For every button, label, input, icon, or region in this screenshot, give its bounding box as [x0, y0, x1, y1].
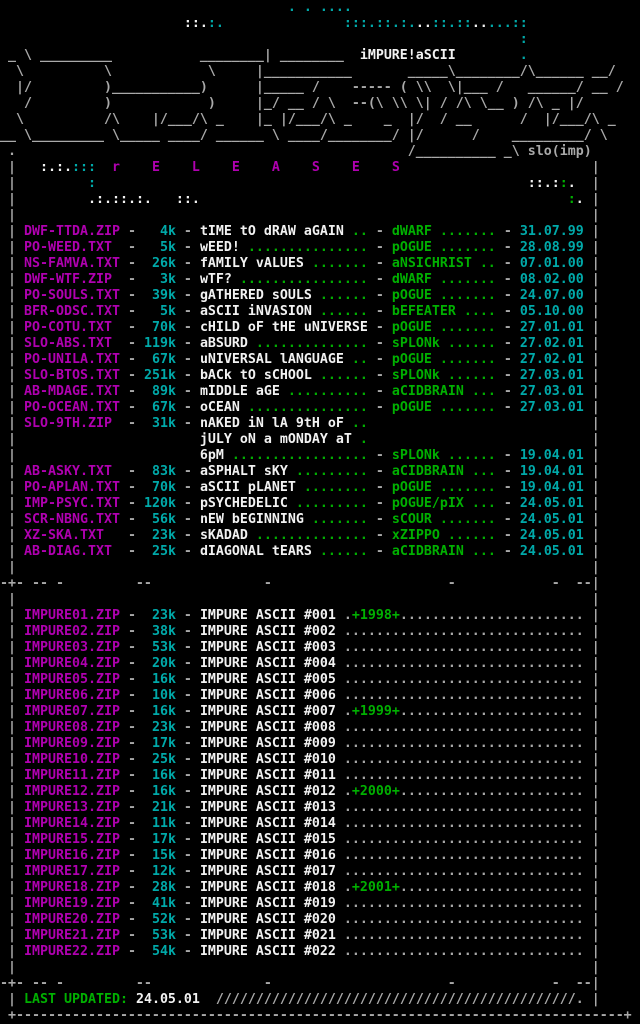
pack-row: | IMPURE06.ZIP - 10k - IMPURE ASCII #006… — [0, 688, 640, 704]
box-row: | | — [0, 208, 640, 224]
pack-row: | IMPURE16.ZIP - 15k - IMPURE ASCII #016… — [0, 848, 640, 864]
art-row: | .:.::.:. ::. :. | — [0, 192, 640, 208]
terminal-screen: . . .... ::.:. :::.::.:...::.::.....:: :… — [0, 0, 640, 1024]
release-row: | IMP-PSYC.TXT - 120k - pSYCHEDELIC ....… — [0, 496, 640, 512]
art-row: __ \_________ \_____ ____/ ______ \ ____… — [0, 128, 640, 144]
separator-row: -+- -- - -- - - - --| — [0, 576, 640, 592]
pack-row: | IMPURE17.ZIP - 12k - IMPURE ASCII #017… — [0, 864, 640, 880]
pack-row: | IMPURE02.ZIP - 38k - IMPURE ASCII #002… — [0, 624, 640, 640]
pack-row: | IMPURE08.ZIP - 23k - IMPURE ASCII #008… — [0, 720, 640, 736]
pack-row: | IMPURE12.ZIP - 16k - IMPURE ASCII #012… — [0, 784, 640, 800]
release-row: | PO-SOULS.TXT - 39k - gATHERED sOULS ..… — [0, 288, 640, 304]
pack-row: | IMPURE11.ZIP - 16k - IMPURE ASCII #011… — [0, 768, 640, 784]
art-row: / ) ) |_/ __ / \ --(\ \\ \| / /\ \__ ) /… — [0, 96, 640, 112]
art-row: | : ::.::. | — [0, 176, 640, 192]
pack-row: | IMPURE18.ZIP - 28k - IMPURE ASCII #018… — [0, 880, 640, 896]
release-row: | SLO-ABS.TXT - 119k - aBSURD ..........… — [0, 336, 640, 352]
pack-row: | IMPURE09.ZIP - 17k - IMPURE ASCII #009… — [0, 736, 640, 752]
release-row: | PO-APLAN.TXT - 70k - aSCII pLANET ....… — [0, 480, 640, 496]
pack-row: | IMPURE04.ZIP - 20k - IMPURE ASCII #004… — [0, 656, 640, 672]
pack-row: | IMPURE21.ZIP - 53k - IMPURE ASCII #021… — [0, 928, 640, 944]
section-title-row: | :.:.::: r E L E A S E S | — [0, 160, 640, 176]
release-row: | 6pM ................. - sPLONk ...... … — [0, 448, 640, 464]
release-row: | AB-MDAGE.TXT - 89k - mIDDLE aGE ......… — [0, 384, 640, 400]
release-row: | PO-OCEAN.TXT - 67k - oCEAN ...........… — [0, 400, 640, 416]
last-updated-row: | LAST UPDATED: 24.05.01 ///////////////… — [0, 992, 640, 1008]
release-row: | PO-UNILA.TXT - 67k - uNIVERSAL lANGUAG… — [0, 352, 640, 368]
pack-row: | IMPURE15.ZIP - 17k - IMPURE ASCII #015… — [0, 832, 640, 848]
pack-row: | IMPURE13.ZIP - 21k - IMPURE ASCII #013… — [0, 800, 640, 816]
release-row: | PO-COTU.TXT - 70k - cHILD oF tHE uNIVE… — [0, 320, 640, 336]
release-row: | DWF-TTDA.ZIP - 4k - tIME tO dRAW aGAIN… — [0, 224, 640, 240]
pack-row: | IMPURE05.ZIP - 16k - IMPURE ASCII #005… — [0, 672, 640, 688]
ascii-release-page: { "palette": { "background": "#000000", … — [0, 0, 640, 1024]
release-row: | NS-FAMVA.TXT - 26k - fAMILY vALUES ...… — [0, 256, 640, 272]
pack-row: | IMPURE19.ZIP - 41k - IMPURE ASCII #019… — [0, 896, 640, 912]
pack-row: | IMPURE22.ZIP - 54k - IMPURE ASCII #022… — [0, 944, 640, 960]
release-row: | SLO-BTOS.TXT - 251k - bACk tO sCHOOL .… — [0, 368, 640, 384]
art-row: \ /\ |/___/\ _ |_ |/___/\ _ _ |/ / __ / … — [0, 112, 640, 128]
pack-row: | IMPURE03.ZIP - 53k - IMPURE ASCII #003… — [0, 640, 640, 656]
release-row: | SLO-9TH.ZIP - 31k - nAKED iN lA 9tH oF… — [0, 416, 640, 432]
pack-row: | IMPURE14.ZIP - 11k - IMPURE ASCII #014… — [0, 816, 640, 832]
pack-row: | IMPURE07.ZIP - 16k - IMPURE ASCII #007… — [0, 704, 640, 720]
pack-row: | IMPURE20.ZIP - 52k - IMPURE ASCII #020… — [0, 912, 640, 928]
release-row: | PO-WEED.TXT - 5k - wEED! .............… — [0, 240, 640, 256]
release-row: | AB-DIAG.TXT - 25k - dIAGONAL tEARS ...… — [0, 544, 640, 560]
release-row: | SCR-NBNG.TXT - 56k - nEW bEGINNING ...… — [0, 512, 640, 528]
art-row: : — [0, 32, 640, 48]
pack-row: | IMPURE10.ZIP - 25k - IMPURE ASCII #010… — [0, 752, 640, 768]
box-row: | | — [0, 592, 640, 608]
release-row: | BFR-ODSC.TXT - 5k - aSCII iNVASION ...… — [0, 304, 640, 320]
bottom-border-row: +---------------------------------------… — [0, 1008, 640, 1024]
art-row: |/ )___________) |_____ / ----- ( \\ \|_… — [0, 80, 640, 96]
release-row: | DWF-WTF.ZIP - 3k - wTF? ..............… — [0, 272, 640, 288]
box-row: | | — [0, 560, 640, 576]
release-row: | XZ-SKA.TXT - 23k - sKADAD ............… — [0, 528, 640, 544]
separator-row: -+- -- - -- - - - --| — [0, 976, 640, 992]
art-row: . . .... — [0, 0, 640, 16]
art-row: \ \ \ |___________ _____\________/\_____… — [0, 64, 640, 80]
release-row: | jULY oN a mONDAY aT . | — [0, 432, 640, 448]
pack-row: | IMPURE01.ZIP - 23k - IMPURE ASCII #001… — [0, 608, 640, 624]
art-row: ::.:. :::.::.:...::.::.....:: — [0, 16, 640, 32]
logo-tag-row: . /__________ _\ slo(imp) — [0, 144, 640, 160]
release-row: | AB-ASKY.TXT - 83k - aSPHALT sKY ......… — [0, 464, 640, 480]
group-title-row: _ \ _________ ________| ________ iMPURE!… — [0, 48, 640, 64]
box-row: | | — [0, 960, 640, 976]
